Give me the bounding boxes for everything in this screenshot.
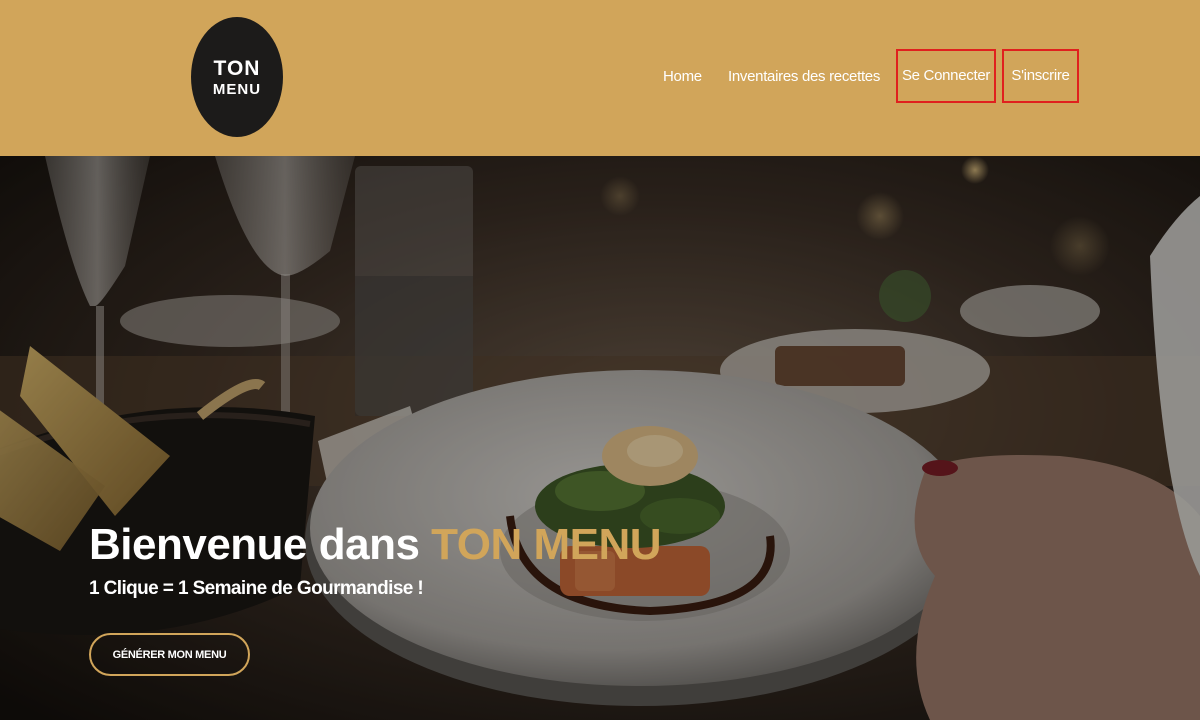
nav-home[interactable]: Home [663, 66, 702, 88]
hero-subtitle: 1 Clique = 1 Semaine de Gourmandise ! [89, 578, 424, 599]
nav-signup[interactable]: S'inscrire [1002, 49, 1079, 103]
main-nav: Home Inventaires des recettes Se Connect… [0, 0, 1200, 156]
nav-login-label: Se Connecter [901, 67, 991, 84]
generate-menu-button[interactable]: GÉNÉRER MON MENU [89, 633, 250, 676]
hero-title-accent: TON MENU [431, 520, 662, 569]
nav-login[interactable]: Se Connecter [896, 49, 996, 103]
hero-title: Bienvenue dans TON MENU [89, 520, 662, 570]
nav-recipe-inventory[interactable]: Inventaires des recettes [728, 66, 880, 88]
nav-signup-label: S'inscrire [1011, 67, 1070, 84]
site-header: TON MENU Home Inventaires des recettes S… [0, 0, 1200, 156]
hero-title-prefix: Bienvenue dans [89, 520, 432, 569]
generate-menu-button-label: GÉNÉRER MON MENU [112, 648, 227, 661]
